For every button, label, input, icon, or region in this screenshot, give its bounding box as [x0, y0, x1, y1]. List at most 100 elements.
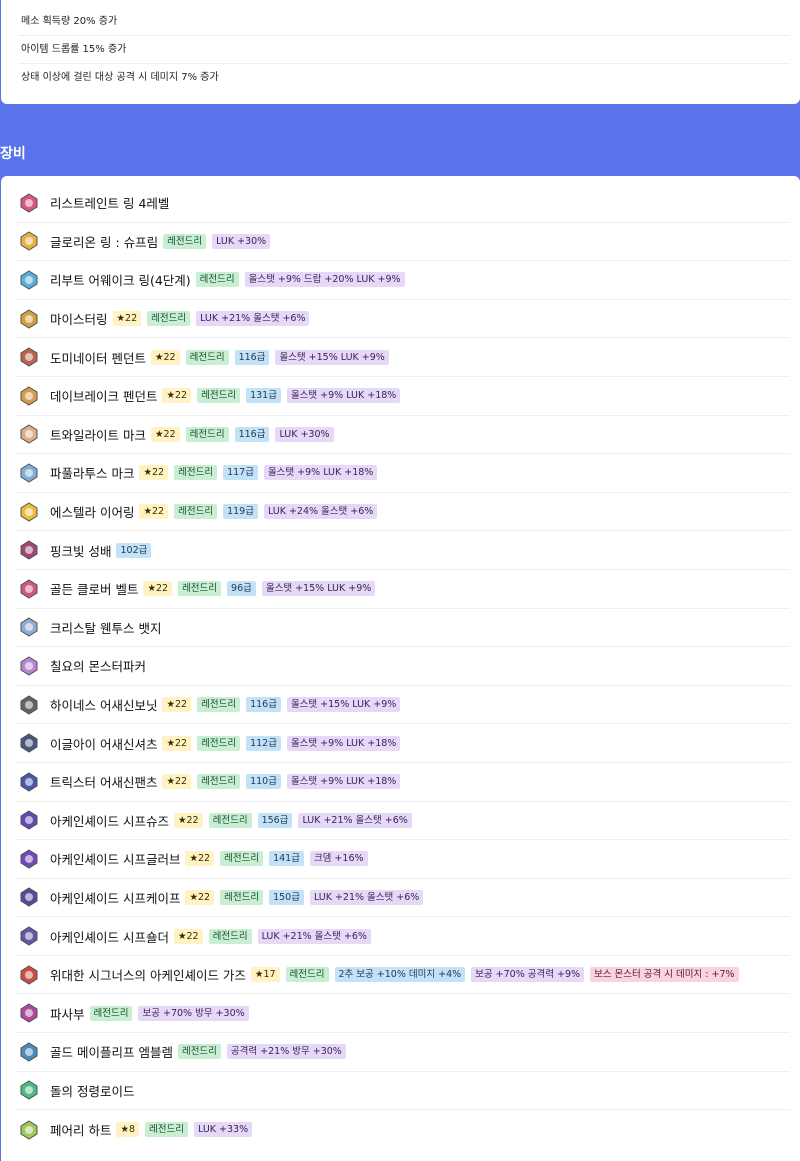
item-tag-opt: 올스탯 +15% LUK +9% — [275, 349, 389, 365]
item-tag-opt: LUK +21% 올스탯 +6% — [309, 889, 424, 905]
pocket-icon — [17, 654, 41, 678]
item-name: 파풀라투스 마크 — [50, 466, 135, 482]
item-tag-level: 112급 — [246, 735, 281, 751]
item-name: 크리스탈 웬투스 뱃지 — [50, 620, 162, 636]
item-tag-star: ★22 — [112, 311, 142, 327]
equipment-item[interactable]: 핑크빛 성배 102급 — [15, 531, 790, 570]
item-name: 칠요의 몬스터파커 — [50, 659, 146, 675]
equipment-item[interactable]: 마이스터링 ★22 레전드리 LUK +21% 올스탯 +6% — [15, 300, 790, 339]
equipment-item[interactable]: 페어리 하트 ★8 레전드리 LUK +33% — [15, 1110, 790, 1149]
item-tag-opt: LUK +30% — [275, 426, 334, 442]
section-title-equipment: 장비 — [0, 146, 26, 162]
item-name: 돌의 정령로이드 — [50, 1083, 135, 1099]
item-name: 도미네이터 펜던트 — [50, 350, 146, 366]
ring-icon — [17, 191, 41, 215]
item-tag-grade: 레전드리 — [178, 581, 222, 597]
item-tag-opt: 올스탯 +15% LUK +9% — [261, 581, 376, 597]
item-tag-star: ★8 — [116, 1122, 140, 1138]
item-name: 아케인셰이드 시프글러브 — [50, 852, 181, 868]
item-name: 리부트 어웨이크 링(4단계) — [50, 273, 191, 289]
equipment-item[interactable]: 골드 메이플리프 엠블렘 레전드리 공격력 +21% 방무 +30% — [15, 1033, 790, 1072]
equipment-item[interactable]: 아케인셰이드 시프글러브 ★22 레전드리 141급 크뎀 +16% — [15, 840, 790, 879]
equipment-item[interactable]: 리스트레인트 링 4레벨 — [15, 184, 790, 223]
item-tag-star: ★22 — [139, 504, 169, 520]
item-tag-level: 2추 보공 +10% 데미지 +4% — [334, 967, 466, 983]
equipment-item[interactable]: 아케인셰이드 시프케이프 ★22 레전드리 150급 LUK +21% 올스탯 +6% — [15, 879, 790, 918]
item-name: 이글아이 어새신셔츠 — [50, 736, 158, 752]
item-tag-opt: LUK +24% 올스탯 +6% — [263, 504, 378, 520]
gold-ring-icon — [17, 229, 41, 253]
item-name: 핑크빛 성배 — [50, 543, 112, 559]
item-tag-opt: LUK +21% 올스탯 +6% — [196, 311, 310, 327]
glove-icon — [17, 847, 41, 871]
shirt-icon — [17, 731, 41, 755]
equipment-item[interactable]: 아케인셰이드 시프슈즈 ★22 레전드리 156급 LUK +21% 올스탯 +6% — [15, 802, 790, 841]
item-name: 아케인셰이드 시프숄더 — [50, 929, 169, 945]
equipment-item[interactable]: 리부트 어웨이크 링(4단계) 레전드리 올스탯 +9% 드랍 +20% LUK +… — [15, 261, 790, 300]
item-name: 마이스터링 — [50, 312, 108, 328]
emblem-icon — [17, 1040, 41, 1064]
equipment-item[interactable]: 위대한 시그너스의 아케인셰이드 가즈 ★17 레전드리 2추 보공 +10% 데미지… — [15, 956, 790, 995]
item-tag-opt: 올스탯 +15% LUK +9% — [286, 697, 401, 713]
item-tag-opt: 올스탯 +9% 드랍 +20% LUK +9% — [244, 272, 405, 288]
item-tag-star: ★22 — [162, 774, 192, 790]
hat-icon — [17, 693, 41, 717]
set-effects-card: 메소 획득량 20% 증가 아이템 드롭률 15% 증가 상태 이상에 걸린 대… — [1, 0, 800, 104]
item-tag-opt: 공격력 +21% 방무 +30% — [226, 1044, 346, 1060]
equipment-item[interactable]: 파사부 레전드리 보공 +70% 방무 +30% — [15, 994, 790, 1034]
item-tag-star: ★22 — [185, 851, 215, 867]
item-tag-star: ★22 — [150, 349, 180, 365]
eye-mark-icon — [17, 461, 41, 485]
item-tag-level: 116급 — [234, 426, 270, 442]
equipment-item[interactable]: 돌의 정령로이드 — [15, 1072, 790, 1111]
item-tag-level: 102급 — [116, 542, 152, 558]
item-tag-grade: 레전드리 — [185, 349, 229, 365]
item-tag-grade: 레전드리 — [197, 735, 241, 751]
item-tag-grade: 레전드리 — [220, 889, 264, 905]
equipment-item[interactable]: 크리스탈 웬투스 뱃지 — [15, 609, 790, 648]
equipment-item[interactable]: 칠요의 몬스터파커 — [15, 647, 790, 686]
item-tag-level: 116급 — [246, 697, 281, 713]
item-name: 글로리온 링 : 슈프림 — [50, 234, 159, 250]
item-tag-grade: 레전드리 — [147, 311, 191, 327]
equipment-item[interactable]: 하이네스 어새신보닛 ★22 레전드리 116급 올스탯 +15% LUK +9% — [15, 686, 790, 725]
item-name: 트릭스터 어새신팬츠 — [50, 775, 158, 791]
item-tag-grade: 레전드리 — [174, 465, 218, 481]
item-tag-opt: 보공 +70% 방무 +30% — [138, 1005, 249, 1021]
fairy-heart-icon — [17, 1118, 41, 1142]
weapon-icon — [17, 963, 41, 987]
item-tag-opt: LUK +33% — [194, 1122, 253, 1138]
item-tag-star: ★22 — [150, 426, 180, 442]
blue-ring-icon — [17, 268, 41, 292]
item-tag-grade: 레전드리 — [163, 233, 207, 249]
equipment-item[interactable]: 트와일라이트 마크 ★22 레전드리 116급 LUK +30% — [15, 416, 790, 455]
equipment-item[interactable]: 트릭스터 어새신팬츠 ★22 레전드리 110급 올스탯 +9% LUK +18% — [15, 763, 790, 802]
effect-row: 아이템 드롭률 15% 증가 — [19, 36, 790, 64]
item-tag-grade: 레전드리 — [285, 967, 329, 983]
item-name: 하이네스 어새신보닛 — [50, 698, 158, 714]
talisman-icon — [17, 1001, 41, 1025]
equipment-item[interactable]: 이글아이 어새신셔츠 ★22 레전드리 112급 올스탯 +9% LUK +18% — [15, 724, 790, 763]
item-tag-opt: 보공 +70% 공격력 +9% — [471, 967, 585, 983]
equipment-item[interactable]: 파풀라투스 마크 ★22 레전드리 117급 올스탯 +9% LUK +18% — [15, 454, 790, 493]
item-tag-star: ★22 — [139, 465, 169, 481]
item-tag-star: ★22 — [143, 581, 173, 597]
item-tag-opt: LUK +30% — [212, 233, 271, 249]
equipment-item[interactable]: 글로리온 링 : 슈프림 레전드리 LUK +30% — [15, 223, 790, 262]
equipment-item[interactable]: 도미네이터 펜던트 ★22 레전드리 116급 올스탯 +15% LUK +9% — [15, 338, 790, 377]
equipment-item[interactable]: 에스텔라 이어링 ★22 레전드리 119급 LUK +24% 올스탯 +6% — [15, 493, 790, 532]
equipment-item[interactable]: 아케인셰이드 시프숄더 ★22 레전드리 LUK +21% 올스탯 +6% — [15, 917, 790, 956]
equipment-item[interactable]: 골든 클로버 벨트 ★22 레전드리 96급 올스탯 +15% LUK +9% — [15, 570, 790, 609]
effect-row: 메소 획득량 20% 증가 — [19, 8, 790, 36]
item-tag-star: ★22 — [162, 735, 192, 751]
item-tag-opt: 크뎀 +16% — [309, 851, 368, 867]
item-tag-level: 131급 — [246, 388, 281, 404]
item-tag-grade: 레전드리 — [220, 851, 264, 867]
item-tag-grade: 레전드리 — [177, 1044, 221, 1060]
item-name: 위대한 시그너스의 아케인셰이드 가즈 — [50, 968, 246, 984]
equipment-item[interactable]: 데이브레이크 펜던트 ★22 레전드리 131급 올스탯 +9% LUK +18% — [15, 377, 790, 416]
item-tag-star: ★22 — [185, 889, 215, 905]
pendant-icon — [17, 345, 41, 369]
item-tag-grade: 레전드리 — [174, 504, 218, 520]
item-name: 리스트레인트 링 4레벨 — [50, 196, 170, 212]
